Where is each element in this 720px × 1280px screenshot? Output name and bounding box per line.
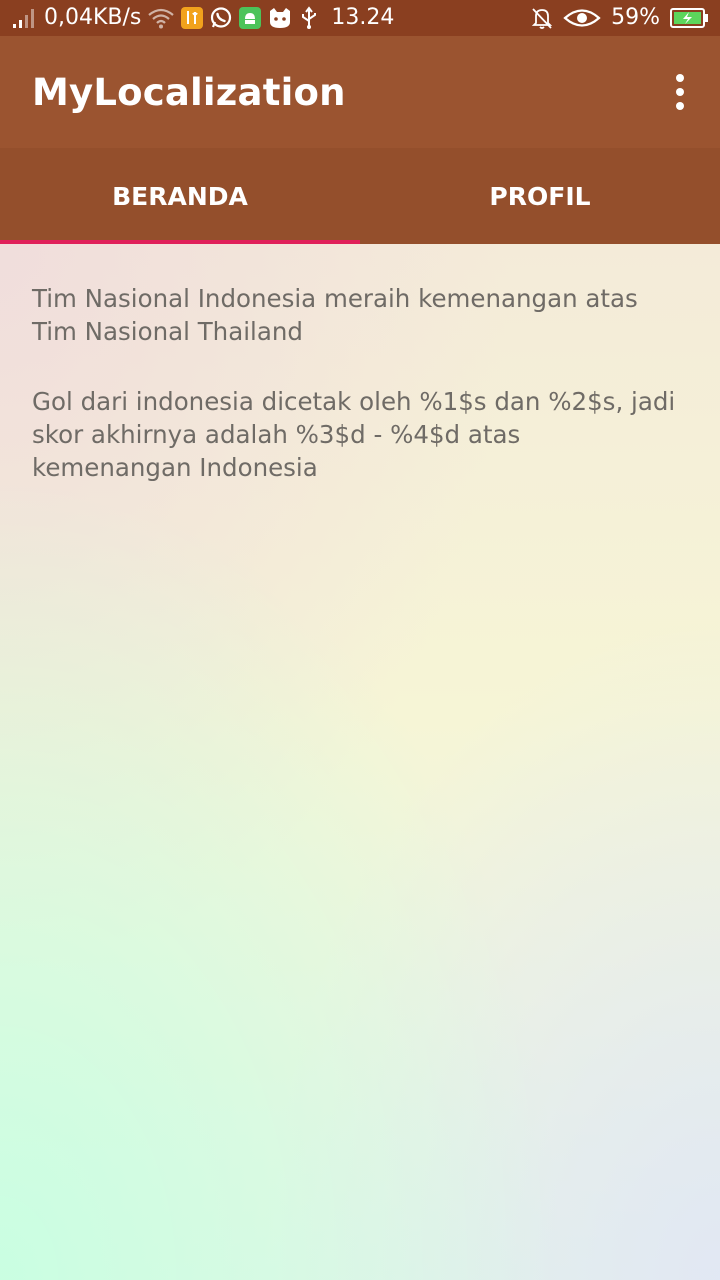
whatsapp-icon: [209, 6, 233, 30]
match-result-text: Tim Nasional Indonesia meraih kemenangan…: [32, 284, 638, 346]
status-bar-right: 59%: [531, 0, 710, 36]
tab-beranda[interactable]: BERANDA: [0, 148, 360, 244]
more-vert-icon: [676, 74, 684, 82]
wifi-icon: [147, 7, 175, 29]
battery-percent: 59%: [611, 5, 660, 30]
tab-label: PROFIL: [489, 181, 591, 211]
network-speed: 0,04KB/s: [44, 5, 142, 30]
bell-off-icon: [531, 6, 553, 30]
overflow-menu-button[interactable]: [668, 68, 692, 116]
signal-icon: [12, 7, 38, 29]
android-debug-icon: [239, 7, 262, 29]
eye-icon: [563, 7, 601, 29]
tools-app-icon: [181, 7, 204, 29]
tab-label: BERANDA: [112, 181, 248, 211]
app-bar: MyLocalization: [0, 36, 720, 148]
tab-bar: BERANDA PROFIL: [0, 148, 720, 244]
cat-app-icon: [267, 6, 293, 30]
usb-icon: [299, 6, 319, 30]
more-vert-icon-dot-3: [676, 102, 684, 110]
clock: 13.24: [331, 5, 395, 30]
status-bar: 0,04KB/s 13.24 59%: [0, 0, 720, 36]
goal-scorers-text: Gol dari indonesia dicetak oleh %1$s dan…: [32, 387, 676, 482]
beranda-content: Tim Nasional Indonesia meraih kemenangan…: [0, 244, 720, 1280]
status-bar-left: 0,04KB/s 13.24: [12, 0, 394, 36]
app-title: MyLocalization: [32, 70, 346, 114]
tab-profil[interactable]: PROFIL: [360, 148, 720, 244]
battery-charging-icon: [670, 7, 710, 29]
more-vert-icon-dot-2: [676, 88, 684, 96]
